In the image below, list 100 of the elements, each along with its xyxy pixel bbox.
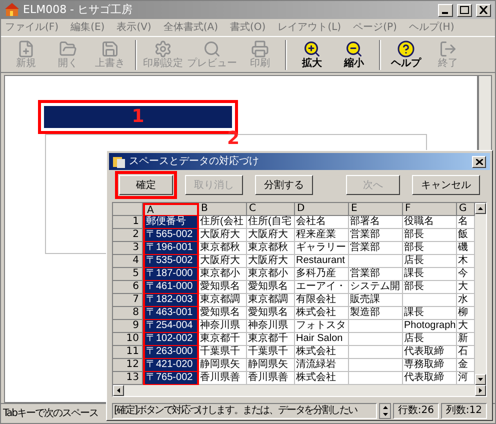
column-header[interactable]: G	[457, 203, 475, 216]
new-file-icon	[17, 40, 35, 58]
grid-cell: 〒535-002	[143, 255, 199, 268]
zoom-out-icon	[345, 40, 363, 58]
scroll-left-button[interactable]	[113, 385, 124, 396]
grid-cell: 課長	[403, 268, 457, 281]
grid-cell: 株式会社	[295, 307, 349, 320]
grid-cell: Photograph	[403, 320, 457, 333]
horizontal-scrollbar[interactable]	[113, 385, 486, 396]
scroll-right-button[interactable]	[475, 385, 486, 396]
save-icon	[101, 40, 119, 58]
grid-cell: 〒182-003	[143, 294, 199, 307]
grid-cell: 〒187-000	[143, 268, 199, 281]
arrow-right-icon	[479, 388, 482, 393]
grid-cell: 大	[457, 320, 475, 333]
gear-icon	[154, 40, 172, 58]
grid-cell: 課長	[403, 307, 457, 320]
row-header[interactable]: 1	[113, 216, 143, 229]
app-icon	[5, 3, 19, 17]
selected-space[interactable]: 1	[38, 100, 238, 134]
grid-cell: 愛知県名	[247, 281, 295, 294]
dialog-button[interactable]: 分割する	[255, 175, 313, 195]
message-field: [確定]ボタンで対応づけします。または、データを分割したい	[112, 403, 377, 419]
grid-cell: 神奈川県	[247, 320, 295, 333]
grid-cell: Hair Salon	[295, 333, 349, 346]
row-header[interactable]: 6	[113, 281, 143, 294]
close-icon	[476, 158, 482, 164]
column-header[interactable]: C	[247, 203, 295, 216]
vertical-scrollbar[interactable]	[475, 203, 486, 385]
grid-cell: 愛知県名	[247, 307, 295, 320]
grid-cell: 株式会社	[295, 372, 349, 385]
column-header[interactable]: F	[403, 203, 457, 216]
scroll-down-button[interactable]	[475, 374, 486, 385]
spin-button[interactable]	[379, 403, 391, 419]
grid-cell: 愛知県名	[199, 307, 247, 320]
grid-cell: 〒765-002	[143, 372, 199, 385]
grid-cell: 柳	[457, 307, 475, 320]
row-header[interactable]: 12	[113, 359, 143, 372]
maximize-button[interactable]	[457, 4, 472, 16]
grid-cell: 静岡県矢	[199, 359, 247, 372]
grid-cell: 〒254-004	[143, 320, 199, 333]
arrow-up-icon	[478, 207, 483, 210]
grid-cell: 今	[457, 268, 475, 281]
grid-cell: 〒196-001	[143, 242, 199, 255]
grid-cell: システム開	[349, 281, 403, 294]
close-button[interactable]	[472, 156, 486, 168]
grid-cell: 千葉県千	[247, 346, 295, 359]
row-header[interactable]: 11	[113, 346, 143, 359]
toolbar-button[interactable]: 拡大	[291, 38, 333, 72]
magnifier-icon	[203, 40, 221, 58]
arrow-left-icon	[117, 388, 120, 393]
close-button[interactable]	[476, 4, 491, 16]
grid-cell: 大	[457, 281, 475, 294]
grid-cell: 愛知県名	[199, 281, 247, 294]
grid-cell: 水	[457, 294, 475, 307]
printer-icon	[251, 40, 269, 58]
row-header[interactable]: 9	[113, 320, 143, 333]
row-header[interactable]: 7	[113, 294, 143, 307]
exit-icon	[439, 40, 457, 58]
row-header[interactable]: 13	[113, 372, 143, 385]
column-header[interactable]: B	[199, 203, 247, 216]
grid-cell: 郵便番号	[143, 216, 199, 229]
folder-icon	[59, 40, 77, 58]
grid-cell: フォトスタ	[295, 320, 349, 333]
toolbar-button[interactable]: ヘルプ	[385, 38, 427, 72]
grid-cell: 河	[457, 372, 475, 385]
toolbar-button[interactable]: 縮小	[333, 38, 375, 72]
scroll-up-button[interactable]	[475, 203, 486, 214]
grid-cell: 木	[457, 255, 475, 268]
column-header[interactable]: A	[143, 203, 199, 216]
grid-cell: 〒263-000	[143, 346, 199, 359]
help-icon	[397, 40, 415, 58]
column-header[interactable]: E	[349, 203, 403, 216]
grid-cell: 販売課	[349, 294, 403, 307]
grid-cell: 飯	[457, 229, 475, 242]
dialog-button[interactable]: キャンセル	[412, 175, 480, 195]
row-header[interactable]: 8	[113, 307, 143, 320]
grid-cell: 〒461-000	[143, 281, 199, 294]
zoom-in-icon	[303, 40, 321, 58]
row-header[interactable]: 4	[113, 255, 143, 268]
column-header[interactable]: D	[295, 203, 349, 216]
row-header[interactable]: 5	[113, 268, 143, 281]
grid-cell: エーアイ・	[295, 281, 349, 294]
window-title: ELM008 - ヒサゴ工房	[23, 2, 134, 18]
grid-cell: 〒463-001	[143, 307, 199, 320]
grid-cell: Restaurant	[295, 255, 349, 268]
grid-cell: 住所(会社	[199, 216, 247, 229]
grid-cell: 会社名	[295, 216, 349, 229]
row-header[interactable]: 2	[113, 229, 143, 242]
row-header[interactable]: 10	[113, 333, 143, 346]
close-icon	[479, 6, 488, 14]
minimize-button[interactable]	[438, 4, 453, 16]
maximize-icon	[460, 6, 469, 14]
grid-cell: 〒102-002	[143, 333, 199, 346]
dialog-title: スペースとデータの対応づけ	[129, 154, 260, 169]
column-count: 列数:12	[441, 403, 487, 419]
row-header[interactable]: 3	[113, 242, 143, 255]
dialog-button[interactable]: 確定	[119, 175, 173, 195]
grid-cell: 石	[457, 346, 475, 359]
grid-cell: 〒421-020	[143, 359, 199, 372]
